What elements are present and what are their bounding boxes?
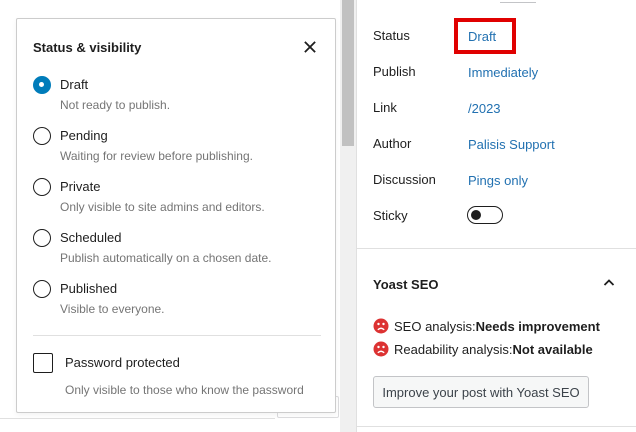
close-button[interactable] [299,36,321,58]
option-label: Published [60,281,118,296]
seo-analysis-value: Needs improvement [475,318,600,334]
option-label: Draft [60,77,89,92]
author-label: Author [373,136,412,151]
sidebar-divider [356,0,357,432]
radio-draft[interactable] [33,76,51,94]
seo-analysis-label: SEO analysis: [394,318,476,334]
top-partial-element [500,0,536,3]
option-label: Scheduled [60,230,122,245]
author-value-button[interactable]: Palisis Support [468,137,555,152]
toggle-knob [471,209,481,220]
option-description: Visible to everyone. [60,302,165,316]
readability-analysis-value: Not available [512,341,593,357]
password-protected-checkbox[interactable] [33,353,53,373]
option-description: Only visible to site admins and editors. [60,200,265,214]
panel-divider [357,248,636,249]
option-label: Private [60,179,101,194]
seo-analysis-line: SEO analysis: Needs improvement [373,318,600,334]
radio-scheduled[interactable] [33,229,51,247]
link-value-button[interactable]: /2023 [468,101,501,116]
status-highlight-box [454,18,516,54]
close-icon [304,41,316,53]
popover-title: Status & visibility [33,40,142,55]
status-label: Status [373,28,410,43]
option-label: Pending [60,128,108,143]
editor-divider [0,418,275,419]
yoast-panel-title[interactable]: Yoast SEO [373,277,439,292]
sad-face-icon [373,341,389,357]
sticky-label: Sticky [373,208,408,223]
popover-divider [33,335,321,336]
radio-published[interactable] [33,280,51,298]
option-description: Not ready to publish. [60,98,171,112]
password-protected-label[interactable]: Password protected [65,355,180,370]
publish-label: Publish [373,64,416,79]
option-description: Waiting for review before publishing. [60,149,253,163]
chevron-up-icon[interactable] [600,274,618,292]
scrollbar-thumb[interactable] [342,0,354,146]
readability-analysis-line: Readability analysis: Not available [373,341,593,357]
option-description: Publish automatically on a chosen date. [60,251,272,265]
discussion-label: Discussion [373,172,436,187]
radio-pending[interactable] [33,127,51,145]
status-visibility-popover: Status & visibility Draft Not ready to p… [16,18,336,413]
panel-divider-bottom [357,426,636,427]
sticky-toggle[interactable] [467,206,503,224]
improve-post-yoast-button[interactable]: Improve your post with Yoast SEO [373,376,589,408]
link-label: Link [373,100,397,115]
publish-value-button[interactable]: Immediately [468,65,538,80]
discussion-value-button[interactable]: Pings only [468,173,528,188]
radio-private[interactable] [33,178,51,196]
password-protected-description: Only visible to those who know the passw… [65,383,304,397]
readability-analysis-label: Readability analysis: [394,341,513,357]
sad-face-icon [373,318,389,334]
